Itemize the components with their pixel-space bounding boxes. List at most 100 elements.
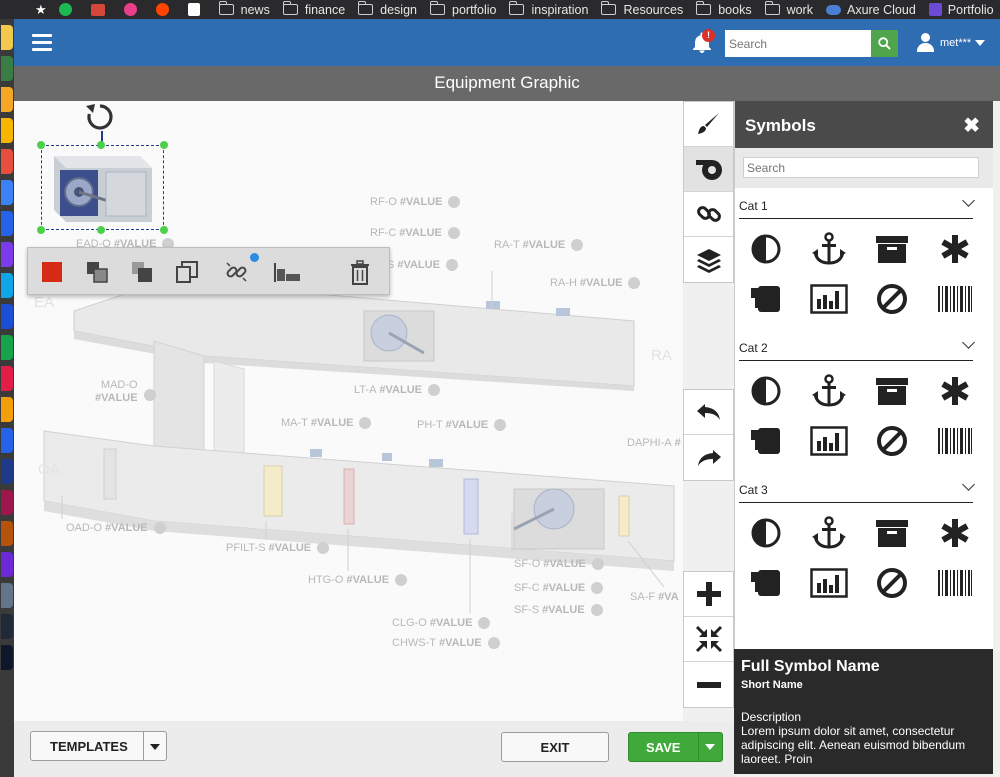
resize-handle[interactable] bbox=[160, 141, 168, 149]
app-icon[interactable] bbox=[1, 397, 13, 422]
app-icon[interactable] bbox=[1, 149, 13, 174]
rotate-handle-icon[interactable] bbox=[84, 101, 116, 139]
ban-icon[interactable] bbox=[861, 279, 924, 319]
point-sf-c[interactable]: SF-C #VALUE bbox=[514, 582, 604, 594]
redo-button[interactable] bbox=[684, 435, 733, 480]
point-rf-o[interactable]: RF-O #VALUE bbox=[370, 196, 461, 208]
symbol-search-input[interactable] bbox=[743, 157, 979, 178]
contrast-icon[interactable] bbox=[735, 513, 798, 553]
point-sf-s[interactable]: SF-S #VALUE bbox=[514, 604, 603, 616]
app-icon[interactable] bbox=[1, 56, 13, 81]
app-icon[interactable] bbox=[1, 583, 13, 608]
app-icon[interactable] bbox=[1, 118, 13, 143]
anchor-icon[interactable] bbox=[798, 513, 861, 553]
anchor-icon[interactable] bbox=[798, 371, 861, 411]
bookmark-design[interactable]: design bbox=[358, 1, 417, 17]
tab-links[interactable] bbox=[684, 192, 733, 237]
chart-icon[interactable] bbox=[798, 421, 861, 461]
tab-style[interactable] bbox=[684, 102, 733, 147]
align-button[interactable] bbox=[272, 260, 300, 284]
point-rf-c[interactable]: RF-C #VALUE bbox=[370, 227, 460, 239]
app-icon[interactable] bbox=[1, 304, 13, 329]
bookmark-podcast[interactable] bbox=[123, 3, 143, 16]
chevron-down-icon[interactable] bbox=[705, 744, 715, 750]
point-ph-t[interactable]: PH-T #VALUE bbox=[417, 419, 507, 431]
app-icon[interactable] bbox=[1, 521, 13, 546]
barcode-icon[interactable] bbox=[923, 279, 986, 319]
category-header[interactable]: Cat 2 bbox=[739, 336, 975, 361]
point-ra-t[interactable]: RA-T #VALUE bbox=[494, 239, 584, 251]
app-icon[interactable] bbox=[1, 614, 13, 639]
resize-handle[interactable] bbox=[97, 226, 105, 234]
category-header[interactable]: Cat 3 bbox=[739, 478, 975, 503]
bookmark-reddit[interactable] bbox=[155, 3, 175, 16]
app-icon[interactable] bbox=[1, 645, 13, 670]
resize-handle[interactable] bbox=[97, 141, 105, 149]
app-icon[interactable] bbox=[1, 366, 13, 391]
delete-button[interactable] bbox=[348, 260, 372, 285]
point-clg-o[interactable]: CLG-O #VALUE bbox=[392, 617, 491, 629]
chevron-down-icon[interactable] bbox=[150, 744, 160, 750]
hamburger-menu-icon[interactable] bbox=[32, 34, 52, 51]
archive-icon[interactable] bbox=[861, 371, 924, 411]
chart-icon[interactable] bbox=[798, 279, 861, 319]
bookmark-inspiration[interactable]: inspiration bbox=[509, 1, 588, 17]
app-icon[interactable] bbox=[1, 87, 13, 112]
bookmark-work[interactable]: work bbox=[764, 1, 813, 17]
undo-button[interactable] bbox=[684, 390, 733, 435]
archive-icon[interactable] bbox=[861, 229, 924, 269]
resize-handle[interactable] bbox=[160, 226, 168, 234]
category-header[interactable]: Cat 1 bbox=[739, 194, 975, 219]
ban-icon[interactable] bbox=[861, 563, 924, 603]
chevron-down-icon[interactable] bbox=[962, 478, 975, 491]
fit-screen-button[interactable] bbox=[684, 617, 733, 662]
chart-icon[interactable] bbox=[798, 563, 861, 603]
bookmark-axure-cloud[interactable]: Axure Cloud bbox=[825, 3, 916, 17]
selected-equipment-unit[interactable] bbox=[41, 145, 164, 230]
ban-icon[interactable] bbox=[861, 421, 924, 461]
app-icon[interactable] bbox=[1, 211, 13, 236]
bookmark-spotify[interactable] bbox=[58, 3, 78, 16]
templates-button[interactable]: TEMPLATES bbox=[30, 731, 167, 761]
point-sa-f[interactable]: SA-F #VA bbox=[630, 591, 679, 603]
point-chws-t[interactable]: CHWS-T #VALUE bbox=[392, 637, 500, 649]
asterisk-icon[interactable] bbox=[923, 229, 986, 269]
resize-handle[interactable] bbox=[37, 141, 45, 149]
device-icon[interactable] bbox=[735, 563, 798, 603]
device-icon[interactable] bbox=[735, 279, 798, 319]
bookmark-portfolio[interactable]: portfolio bbox=[430, 1, 496, 17]
resize-handle[interactable] bbox=[37, 226, 45, 234]
bookmark-books[interactable]: books bbox=[696, 1, 752, 17]
zoom-in-button[interactable] bbox=[684, 572, 733, 617]
asterisk-icon[interactable] bbox=[923, 513, 986, 553]
bookmark-instapaper[interactable] bbox=[187, 3, 206, 16]
bookmark-gmail[interactable] bbox=[90, 3, 111, 16]
point-ra-h[interactable]: RA-H #VALUE bbox=[550, 277, 641, 289]
bookmark-resources[interactable]: Resources bbox=[601, 1, 683, 17]
chevron-down-icon[interactable] bbox=[962, 194, 975, 207]
app-icon[interactable] bbox=[1, 242, 13, 267]
app-icon[interactable] bbox=[1, 428, 13, 453]
point-daphi-a[interactable]: DAPHI-A # bbox=[627, 437, 681, 449]
archive-icon[interactable] bbox=[861, 513, 924, 553]
send-backward-button[interactable] bbox=[130, 260, 154, 284]
contrast-icon[interactable] bbox=[735, 229, 798, 269]
app-icon[interactable] bbox=[1, 490, 13, 515]
app-icon[interactable] bbox=[1, 335, 13, 360]
point-oad-o[interactable]: OAD-O #VALUE bbox=[66, 522, 166, 534]
chevron-down-icon[interactable] bbox=[962, 336, 975, 349]
fill-color-button[interactable] bbox=[40, 260, 64, 284]
point-sf-o[interactable]: SF-O #VALUE bbox=[514, 558, 604, 570]
tab-symbols[interactable] bbox=[684, 147, 733, 192]
contrast-icon[interactable] bbox=[735, 371, 798, 411]
exit-button[interactable]: EXIT bbox=[501, 732, 609, 762]
bookmark-news[interactable]: news bbox=[218, 1, 270, 17]
app-icon[interactable] bbox=[1, 273, 13, 298]
bookmark-portfolio-w[interactable]: Portfolio bbox=[928, 3, 994, 17]
device-icon[interactable] bbox=[735, 421, 798, 461]
app-icon[interactable] bbox=[1, 25, 13, 50]
app-icon[interactable] bbox=[1, 552, 13, 577]
app-icon[interactable] bbox=[1, 180, 13, 205]
global-search-input[interactable] bbox=[725, 30, 871, 57]
point-htg-o[interactable]: HTG-O #VALUE bbox=[308, 574, 408, 586]
